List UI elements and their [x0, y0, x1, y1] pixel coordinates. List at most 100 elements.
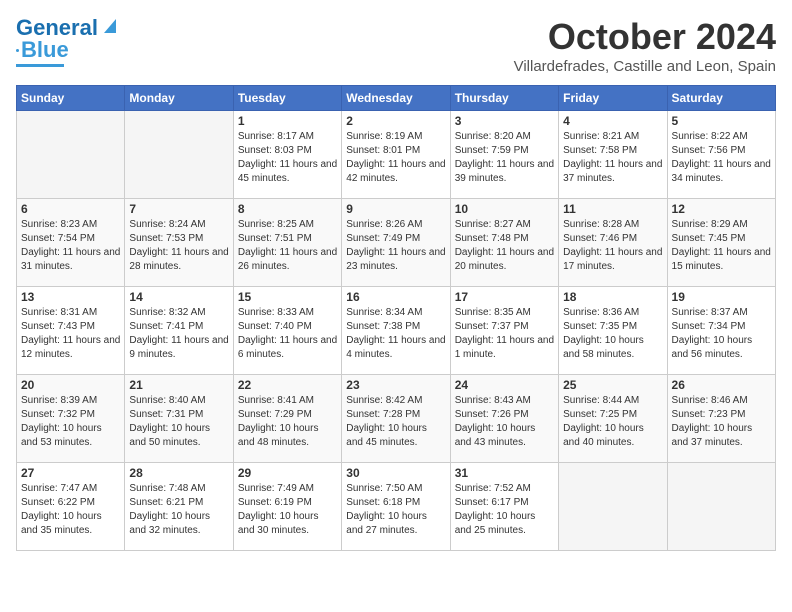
- day-info: Sunrise: 8:31 AM Sunset: 7:43 PM Dayligh…: [21, 306, 120, 362]
- daylight-text: Daylight: 11 hours and 17 minutes.: [563, 246, 662, 274]
- day-info: Sunrise: 8:23 AM Sunset: 7:54 PM Dayligh…: [21, 218, 120, 274]
- sunrise-text: Sunrise: 8:25 AM: [238, 218, 337, 232]
- day-info: Sunrise: 8:46 AM Sunset: 7:23 PM Dayligh…: [672, 394, 771, 450]
- day-number: 29: [238, 466, 337, 480]
- sunset-text: Sunset: 7:54 PM: [21, 232, 120, 246]
- day-info: Sunrise: 8:26 AM Sunset: 7:49 PM Dayligh…: [346, 218, 445, 274]
- table-row: 1 Sunrise: 8:17 AM Sunset: 8:03 PM Dayli…: [233, 111, 341, 199]
- sunset-text: Sunset: 7:41 PM: [129, 320, 228, 334]
- day-number: 18: [563, 290, 662, 304]
- daylight-text: Daylight: 10 hours and 40 minutes.: [563, 422, 662, 450]
- calendar-week-row: 6 Sunrise: 8:23 AM Sunset: 7:54 PM Dayli…: [17, 199, 776, 287]
- table-row: 11 Sunrise: 8:28 AM Sunset: 7:46 PM Dayl…: [559, 199, 667, 287]
- sunset-text: Sunset: 7:34 PM: [672, 320, 771, 334]
- day-info: Sunrise: 8:24 AM Sunset: 7:53 PM Dayligh…: [129, 218, 228, 274]
- sunrise-text: Sunrise: 7:50 AM: [346, 482, 445, 496]
- sunrise-text: Sunrise: 8:32 AM: [129, 306, 228, 320]
- table-row: [17, 111, 125, 199]
- col-sunday: Sunday: [17, 86, 125, 111]
- sunset-text: Sunset: 7:35 PM: [563, 320, 662, 334]
- col-saturday: Saturday: [667, 86, 775, 111]
- sunrise-text: Sunrise: 7:49 AM: [238, 482, 337, 496]
- sunset-text: Sunset: 7:40 PM: [238, 320, 337, 334]
- logo-icon: [100, 17, 118, 35]
- table-row: 28 Sunrise: 7:48 AM Sunset: 6:21 PM Dayl…: [125, 463, 233, 551]
- sunset-text: Sunset: 7:48 PM: [455, 232, 554, 246]
- month-title: October 2024: [514, 16, 776, 58]
- day-info: Sunrise: 8:37 AM Sunset: 7:34 PM Dayligh…: [672, 306, 771, 362]
- calendar-week-row: 27 Sunrise: 7:47 AM Sunset: 6:22 PM Dayl…: [17, 463, 776, 551]
- daylight-text: Daylight: 10 hours and 37 minutes.: [672, 422, 771, 450]
- day-number: 27: [21, 466, 120, 480]
- day-info: Sunrise: 8:19 AM Sunset: 8:01 PM Dayligh…: [346, 130, 445, 186]
- day-info: Sunrise: 8:27 AM Sunset: 7:48 PM Dayligh…: [455, 218, 554, 274]
- calendar-week-row: 1 Sunrise: 8:17 AM Sunset: 8:03 PM Dayli…: [17, 111, 776, 199]
- day-number: 12: [672, 202, 771, 216]
- daylight-text: Daylight: 11 hours and 15 minutes.: [672, 246, 771, 274]
- day-info: Sunrise: 8:33 AM Sunset: 7:40 PM Dayligh…: [238, 306, 337, 362]
- col-thursday: Thursday: [450, 86, 558, 111]
- day-info: Sunrise: 8:35 AM Sunset: 7:37 PM Dayligh…: [455, 306, 554, 362]
- day-number: 6: [21, 202, 120, 216]
- day-number: 26: [672, 378, 771, 392]
- day-number: 21: [129, 378, 228, 392]
- table-row: 29 Sunrise: 7:49 AM Sunset: 6:19 PM Dayl…: [233, 463, 341, 551]
- day-info: Sunrise: 8:32 AM Sunset: 7:41 PM Dayligh…: [129, 306, 228, 362]
- table-row: 16 Sunrise: 8:34 AM Sunset: 7:38 PM Dayl…: [342, 287, 450, 375]
- day-number: 20: [21, 378, 120, 392]
- sunrise-text: Sunrise: 8:36 AM: [563, 306, 662, 320]
- table-row: 14 Sunrise: 8:32 AM Sunset: 7:41 PM Dayl…: [125, 287, 233, 375]
- col-tuesday: Tuesday: [233, 86, 341, 111]
- sunset-text: Sunset: 7:49 PM: [346, 232, 445, 246]
- daylight-text: Daylight: 11 hours and 37 minutes.: [563, 158, 662, 186]
- daylight-text: Daylight: 10 hours and 43 minutes.: [455, 422, 554, 450]
- sunrise-text: Sunrise: 8:23 AM: [21, 218, 120, 232]
- table-row: 13 Sunrise: 8:31 AM Sunset: 7:43 PM Dayl…: [17, 287, 125, 375]
- daylight-text: Daylight: 11 hours and 28 minutes.: [129, 246, 228, 274]
- logo-text2: Blue: [21, 38, 69, 62]
- sunrise-text: Sunrise: 8:20 AM: [455, 130, 554, 144]
- table-row: 26 Sunrise: 8:46 AM Sunset: 7:23 PM Dayl…: [667, 375, 775, 463]
- sunrise-text: Sunrise: 8:40 AM: [129, 394, 228, 408]
- sunset-text: Sunset: 6:18 PM: [346, 496, 445, 510]
- daylight-text: Daylight: 11 hours and 45 minutes.: [238, 158, 337, 186]
- daylight-text: Daylight: 10 hours and 48 minutes.: [238, 422, 337, 450]
- day-number: 25: [563, 378, 662, 392]
- day-number: 5: [672, 114, 771, 128]
- table-row: 31 Sunrise: 7:52 AM Sunset: 6:17 PM Dayl…: [450, 463, 558, 551]
- day-number: 28: [129, 466, 228, 480]
- sunset-text: Sunset: 7:53 PM: [129, 232, 228, 246]
- sunset-text: Sunset: 7:26 PM: [455, 408, 554, 422]
- sunrise-text: Sunrise: 8:39 AM: [21, 394, 120, 408]
- table-row: 22 Sunrise: 8:41 AM Sunset: 7:29 PM Dayl…: [233, 375, 341, 463]
- daylight-text: Daylight: 10 hours and 32 minutes.: [129, 510, 228, 538]
- daylight-text: Daylight: 10 hours and 27 minutes.: [346, 510, 445, 538]
- day-number: 7: [129, 202, 228, 216]
- sunrise-text: Sunrise: 7:48 AM: [129, 482, 228, 496]
- day-info: Sunrise: 8:36 AM Sunset: 7:35 PM Dayligh…: [563, 306, 662, 362]
- day-number: 16: [346, 290, 445, 304]
- sunrise-text: Sunrise: 7:52 AM: [455, 482, 554, 496]
- sunrise-text: Sunrise: 8:17 AM: [238, 130, 337, 144]
- sunrise-text: Sunrise: 8:31 AM: [21, 306, 120, 320]
- daylight-text: Daylight: 10 hours and 53 minutes.: [21, 422, 120, 450]
- daylight-text: Daylight: 11 hours and 9 minutes.: [129, 334, 228, 362]
- table-row: 2 Sunrise: 8:19 AM Sunset: 8:01 PM Dayli…: [342, 111, 450, 199]
- col-monday: Monday: [125, 86, 233, 111]
- sunset-text: Sunset: 7:59 PM: [455, 144, 554, 158]
- sunset-text: Sunset: 8:03 PM: [238, 144, 337, 158]
- col-friday: Friday: [559, 86, 667, 111]
- table-row: 20 Sunrise: 8:39 AM Sunset: 7:32 PM Dayl…: [17, 375, 125, 463]
- sunset-text: Sunset: 6:22 PM: [21, 496, 120, 510]
- col-wednesday: Wednesday: [342, 86, 450, 111]
- day-number: 11: [563, 202, 662, 216]
- sunrise-text: Sunrise: 8:34 AM: [346, 306, 445, 320]
- day-number: 23: [346, 378, 445, 392]
- daylight-text: Daylight: 11 hours and 12 minutes.: [21, 334, 120, 362]
- day-number: 17: [455, 290, 554, 304]
- daylight-text: Daylight: 11 hours and 20 minutes.: [455, 246, 554, 274]
- sunrise-text: Sunrise: 8:26 AM: [346, 218, 445, 232]
- sunset-text: Sunset: 8:01 PM: [346, 144, 445, 158]
- table-row: 5 Sunrise: 8:22 AM Sunset: 7:56 PM Dayli…: [667, 111, 775, 199]
- daylight-text: Daylight: 10 hours and 56 minutes.: [672, 334, 771, 362]
